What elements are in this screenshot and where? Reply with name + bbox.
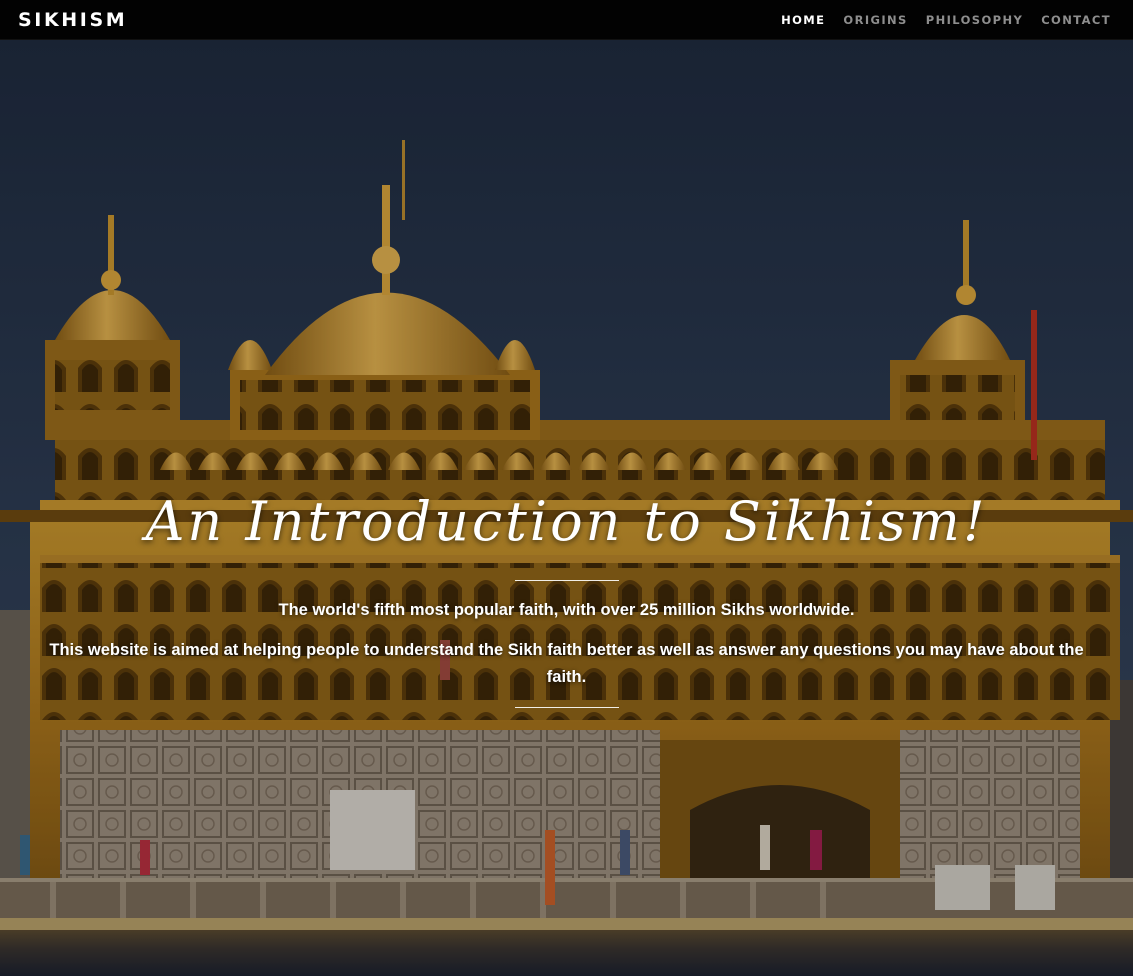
hero-subtitle: The world's fifth most popular faith, wi… [278,601,855,619]
nav-links: HOME ORIGINS PHILOSOPHY CONTACT [781,13,1115,27]
nav-link-home[interactable]: HOME [781,13,825,27]
navbar: SIKHISM HOME ORIGINS PHILOSOPHY CONTACT [0,0,1133,40]
hero-divider-bottom [514,707,619,708]
hero-title: An Introduction to Sikhism! [145,490,988,553]
hero-description: This website is aimed at helping people … [49,641,1084,686]
hero-section: An Introduction to Sikhism! The world's … [0,40,1133,976]
nav-link-origins[interactable]: ORIGINS [843,13,907,27]
hero-divider-top [514,580,619,581]
nav-link-philosophy[interactable]: PHILOSOPHY [926,13,1023,27]
hero-content: An Introduction to Sikhism! The world's … [0,490,1133,708]
nav-link-contact[interactable]: CONTACT [1041,13,1111,27]
brand-logo[interactable]: SIKHISM [18,9,127,31]
